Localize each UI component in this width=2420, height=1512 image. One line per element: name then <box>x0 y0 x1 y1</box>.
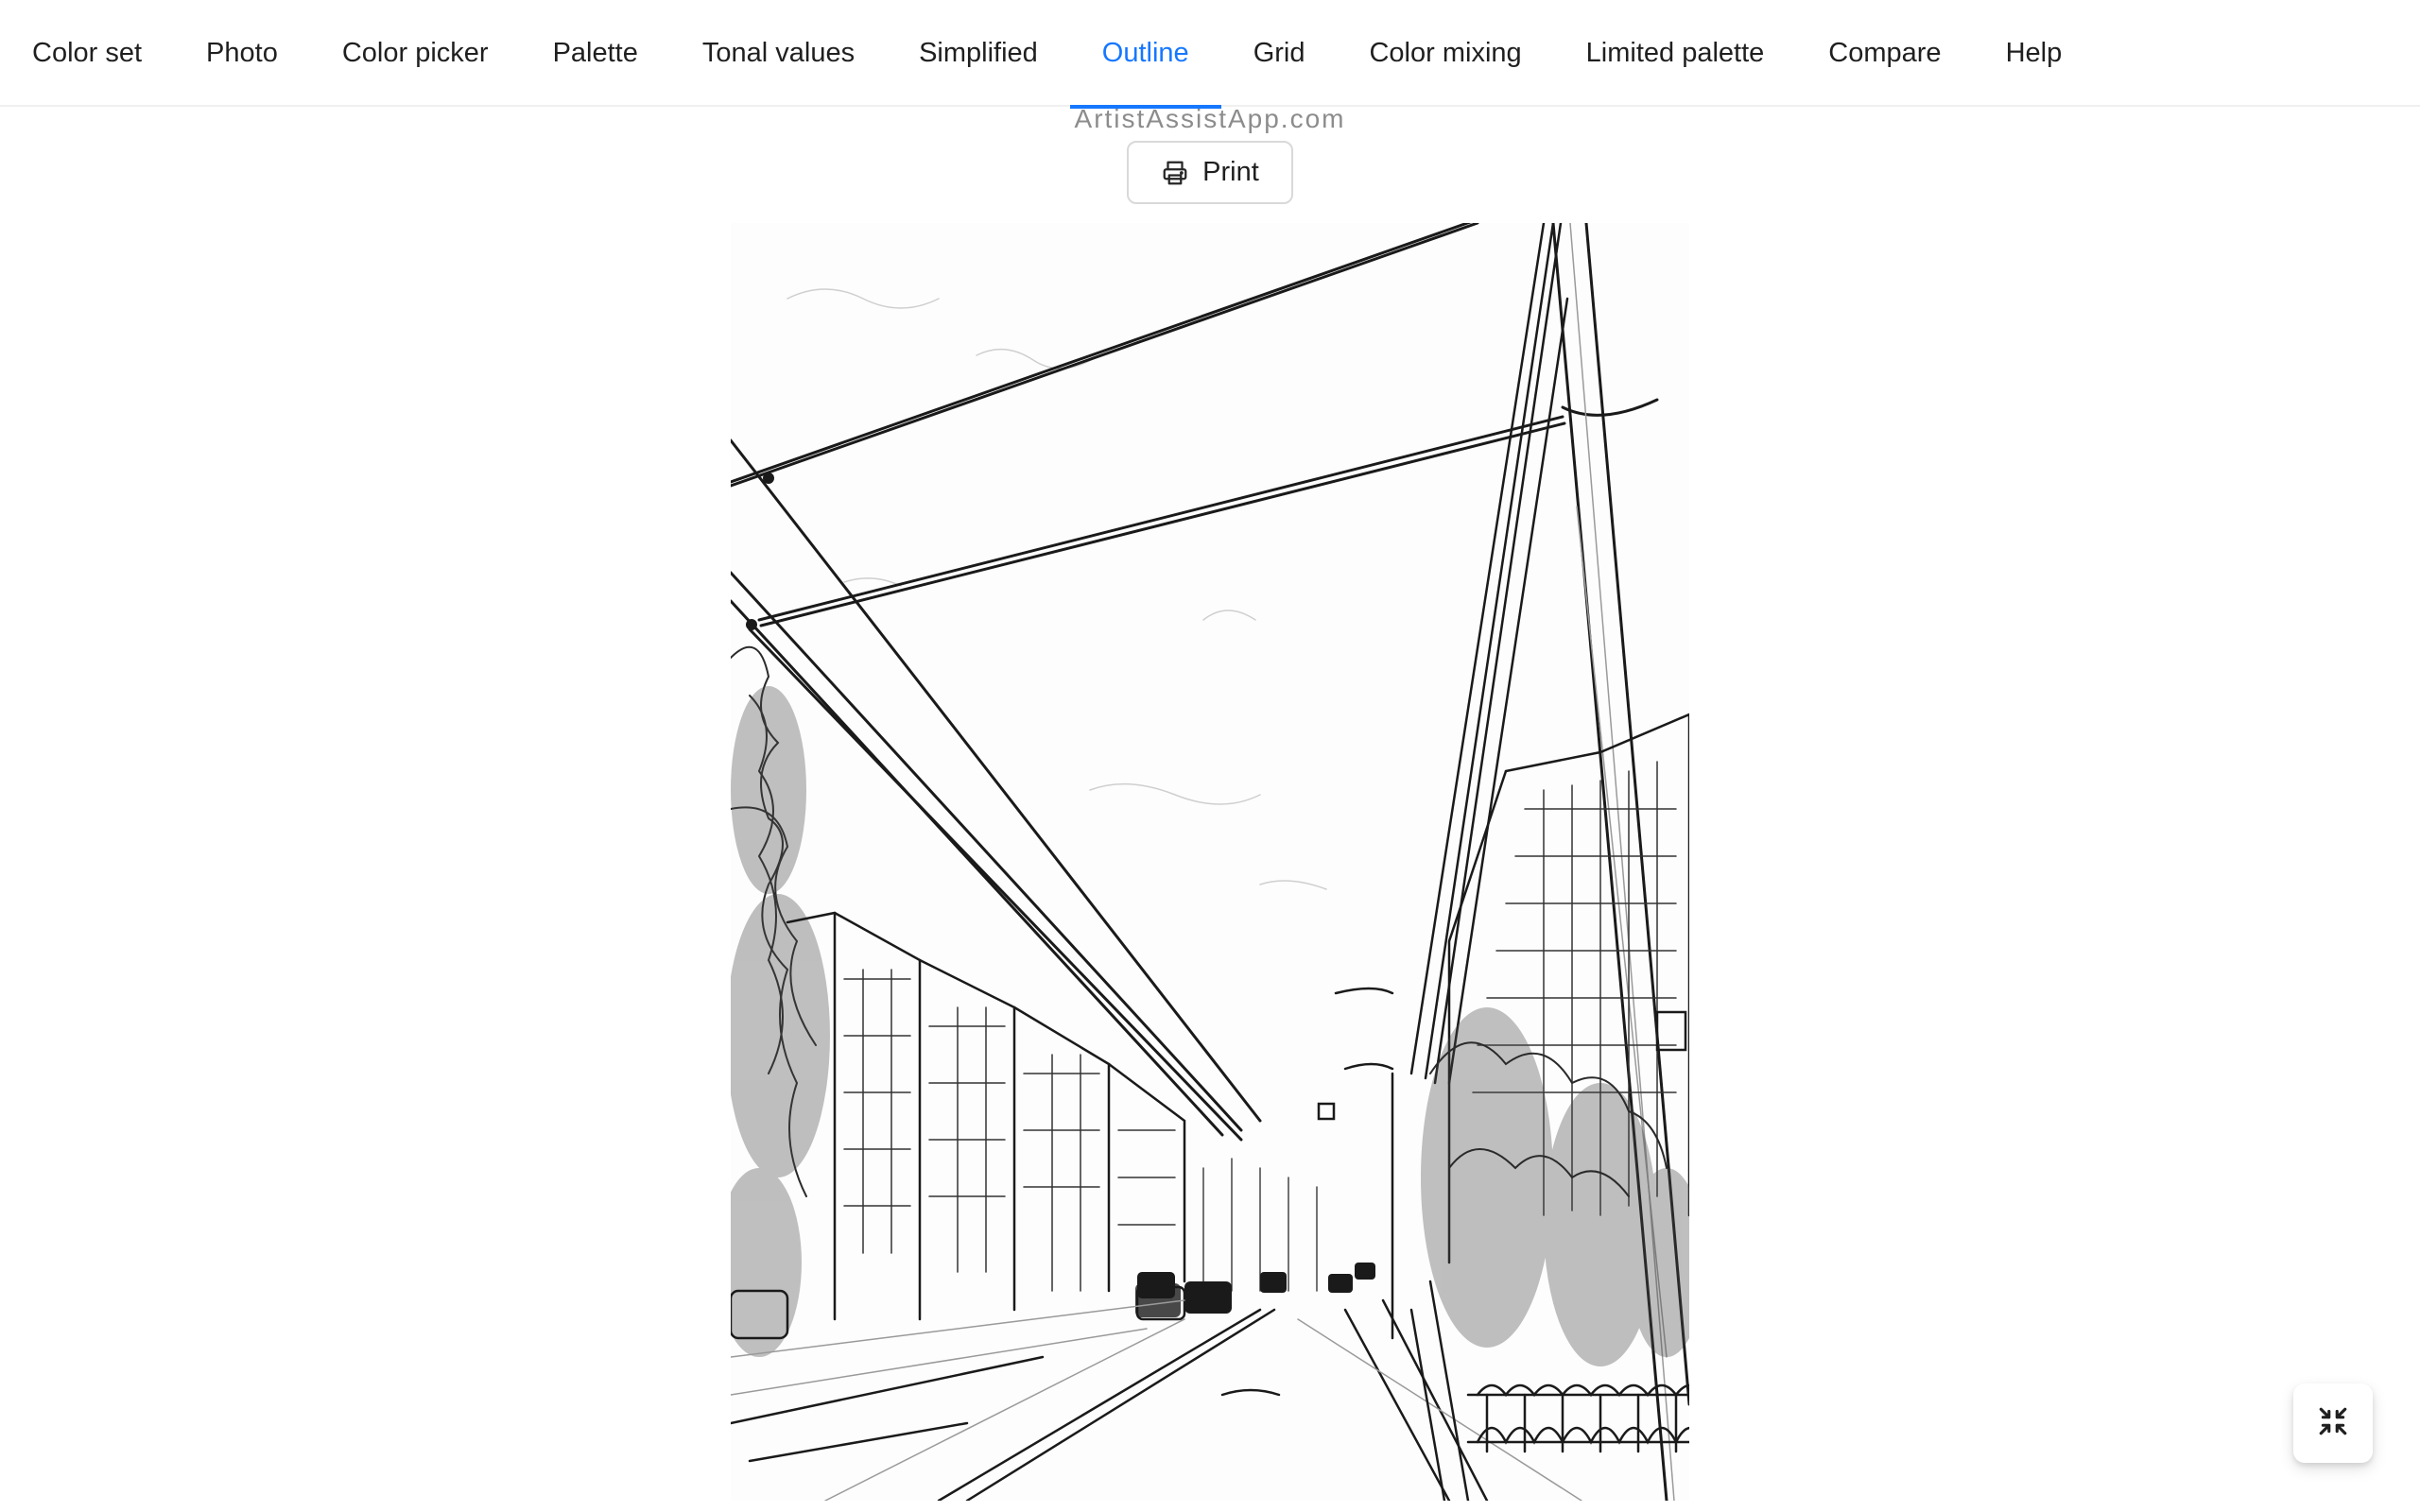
app-window: Color set Photo Color picker Palette Ton… <box>0 0 2420 1512</box>
tab-list: Color set Photo Color picker Palette Ton… <box>32 0 2126 109</box>
print-button[interactable]: Print <box>1127 141 1293 204</box>
tab-compare[interactable]: Compare <box>1828 0 1941 107</box>
watermark-text: ArtistAssistApp.com <box>1074 104 1346 133</box>
tab-photo[interactable]: Photo <box>206 0 278 107</box>
tab-tonal-values[interactable]: Tonal values <box>702 0 855 107</box>
tab-help[interactable]: Help <box>2006 0 2063 107</box>
tab-color-mixing[interactable]: Color mixing <box>1369 0 1521 107</box>
tab-limited-palette[interactable]: Limited palette <box>1586 0 1765 107</box>
tab-color-picker[interactable]: Color picker <box>342 0 489 107</box>
tab-color-set[interactable]: Color set <box>32 0 142 107</box>
print-button-label: Print <box>1202 157 1259 187</box>
printer-icon <box>1161 159 1189 187</box>
tab-outline[interactable]: Outline <box>1069 0 1221 109</box>
tab-bar: Color set Photo Color picker Palette Ton… <box>0 0 2420 109</box>
tab-palette[interactable]: Palette <box>553 0 638 107</box>
exit-fullscreen-button[interactable] <box>2293 1383 2373 1463</box>
fullscreen-exit-icon <box>2317 1405 2349 1442</box>
tab-simplified[interactable]: Simplified <box>919 0 1038 107</box>
tab-grid[interactable]: Grid <box>1253 0 1305 107</box>
outline-image <box>731 223 1689 1501</box>
